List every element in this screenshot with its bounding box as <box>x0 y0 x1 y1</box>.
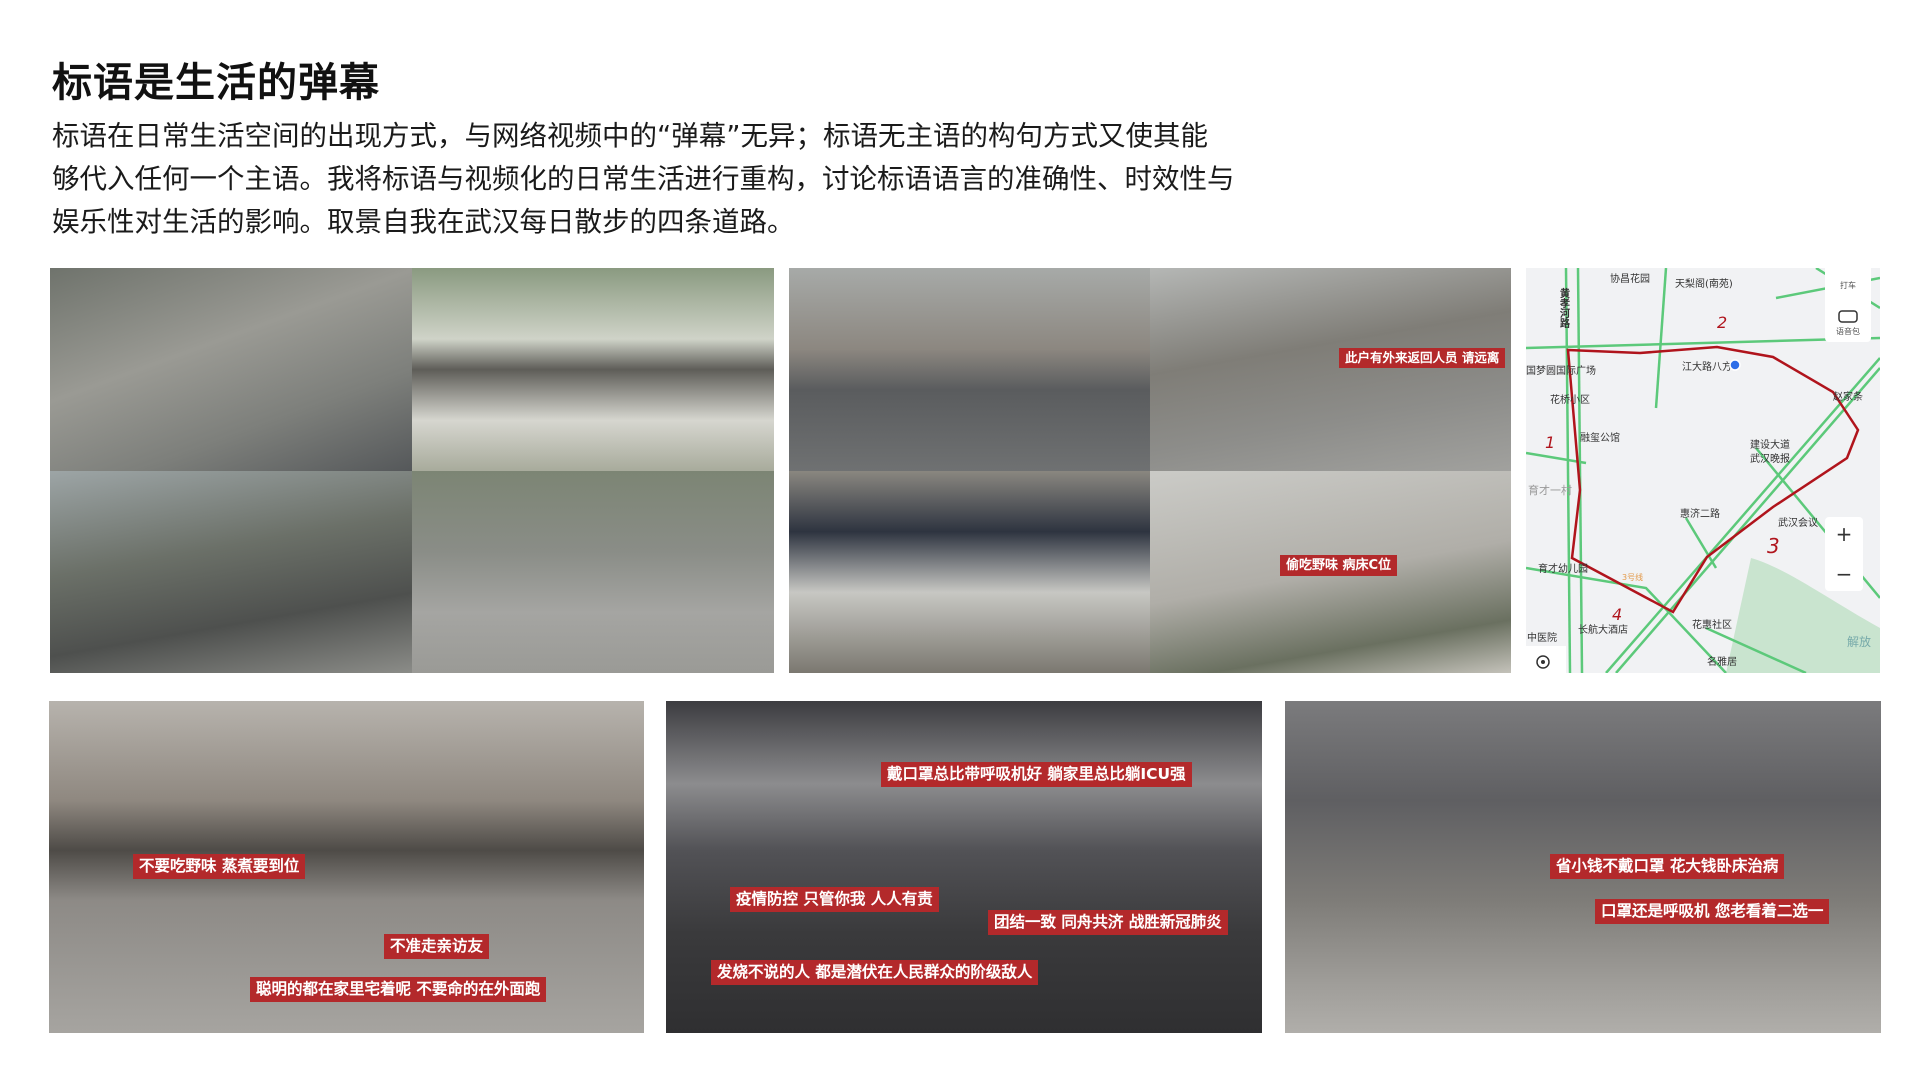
photo-vegetables <box>412 268 774 471</box>
map-label: 建设大道 <box>1750 438 1790 451</box>
map-label: 解放 <box>1847 634 1871 649</box>
slogan-caption: 偷吃野味 病床C位 <box>1280 555 1398 576</box>
slogan-caption: 疫情防控 只管你我 人人有责 <box>730 887 939 912</box>
zoom-controls: + − <box>1825 517 1863 591</box>
photo-dog-shop: 不要吃野味 蒸煮要到位 不准走亲访友 聪明的都在家里宅着呢 不要命的在外面跑 <box>49 701 644 1033</box>
photo-night-square: 戴口罩总比带呼吸机好 躺家里总比躺ICU强 疫情防控 只管你我 人人有责 团结一… <box>666 701 1262 1033</box>
route-number: 3 <box>1767 534 1780 558</box>
photo-collage-street-1 <box>50 268 774 673</box>
route-map[interactable]: 协昌花园 天梨阁(南苑) 国梦圆国际广场 江大路八方 赵家条 花桥小区 融玺公馆… <box>1526 268 1880 673</box>
intro-paragraph: 标语在日常生活空间的出现方式，与网络视频中的“弹幕”无异；标语无主语的构句方式又… <box>52 115 1282 244</box>
slogan-caption: 团结一致 同舟共济 战胜新冠肺炎 <box>988 910 1228 935</box>
slogan-caption: 口罩还是呼吸机 您老看着二选一 <box>1595 899 1830 924</box>
map-label: 名雅居 <box>1707 655 1737 668</box>
photo-scooters <box>50 470 412 673</box>
paragraph-line: 够代入任何一个主语。我将标语与视频化的日常生活进行重构，讨论标语语言的准确性、时… <box>52 163 1235 195</box>
map-label: 协昌花园 <box>1610 272 1650 285</box>
photo-shopfront-vendor: 省小钱不戴口罩 花大钱卧床治病 口罩还是呼吸机 您老看着二选一 <box>1285 701 1881 1033</box>
zoom-in-button: + <box>1836 522 1853 546</box>
taxi-label: 打车 <box>1840 280 1856 290</box>
slogan-caption: 不准走亲访友 <box>384 934 490 959</box>
slogan-caption: 此户有外来返回人员 请远离 <box>1339 348 1506 368</box>
slogan-caption: 不要吃野味 蒸煮要到位 <box>133 854 306 879</box>
map-label: 天梨阁(南苑) <box>1675 277 1733 290</box>
voice-pack-label: 语音包 <box>1836 326 1860 336</box>
photo-sidewalk-market <box>1150 268 1511 471</box>
paragraph-line: 娱乐性对生活的影响。取景自我在武汉每日散步的四条道路。 <box>52 206 795 238</box>
map-label: 中医院 <box>1527 631 1557 644</box>
map-tools-panel: 打车 语音包 <box>1825 268 1871 342</box>
map-label: 国梦圆国际广场 <box>1526 364 1596 377</box>
map-label: 育才幼儿园 <box>1538 562 1588 575</box>
location-dot-icon <box>1729 359 1741 371</box>
photo-woman-walking <box>50 268 412 471</box>
page-title: 标语是生活的弹幕 <box>52 60 380 106</box>
route-number: 1 <box>1545 433 1555 452</box>
map-label: 赵家条 <box>1833 390 1863 403</box>
slogan-caption: 戴口罩总比带呼吸机好 躺家里总比躺ICU强 <box>881 762 1192 787</box>
slogan-caption: 发烧不说的人 都是潜伏在人民群众的阶级敌人 <box>711 960 1039 985</box>
map-label: 江大路八方 <box>1682 360 1732 373</box>
map-label: 惠济二路 <box>1680 507 1720 520</box>
locate-icon <box>1526 646 1566 673</box>
map-label: 长航大酒店 <box>1578 623 1628 636</box>
route-number: 4 <box>1612 605 1622 624</box>
map-canvas[interactable]: 协昌花园 天梨阁(南苑) 国梦圆国际广场 江大路八方 赵家条 花桥小区 融玺公馆… <box>1526 268 1880 673</box>
map-label: 花惠社区 <box>1692 618 1732 631</box>
photo-collage-street-2: 此户有外来返回人员 请远离 偷吃野味 病床C位 <box>789 268 1511 673</box>
photo-supermarket-produce <box>789 470 1150 673</box>
map-label: 武汉晚报 <box>1750 452 1790 465</box>
paragraph-line: 标语在日常生活空间的出现方式，与网络视频中的“弹幕”无异；标语无主语的构句方式又… <box>52 120 1208 152</box>
map-label: 花桥小区 <box>1550 393 1590 406</box>
slogan-caption: 聪明的都在家里宅着呢 不要命的在外面跑 <box>250 977 547 1002</box>
photo-street-cart <box>412 470 774 673</box>
slogan-caption: 省小钱不戴口罩 花大钱卧床治病 <box>1550 854 1785 879</box>
map-label: 武汉会议 <box>1778 516 1818 529</box>
map-label: 融玺公馆 <box>1580 431 1620 444</box>
map-label: 3号线 <box>1622 572 1643 582</box>
route-number: 2 <box>1717 313 1727 332</box>
photo-road-intersection <box>789 268 1150 471</box>
zoom-out-button: − <box>1836 562 1853 586</box>
map-label: 育才一村 <box>1528 483 1572 497</box>
